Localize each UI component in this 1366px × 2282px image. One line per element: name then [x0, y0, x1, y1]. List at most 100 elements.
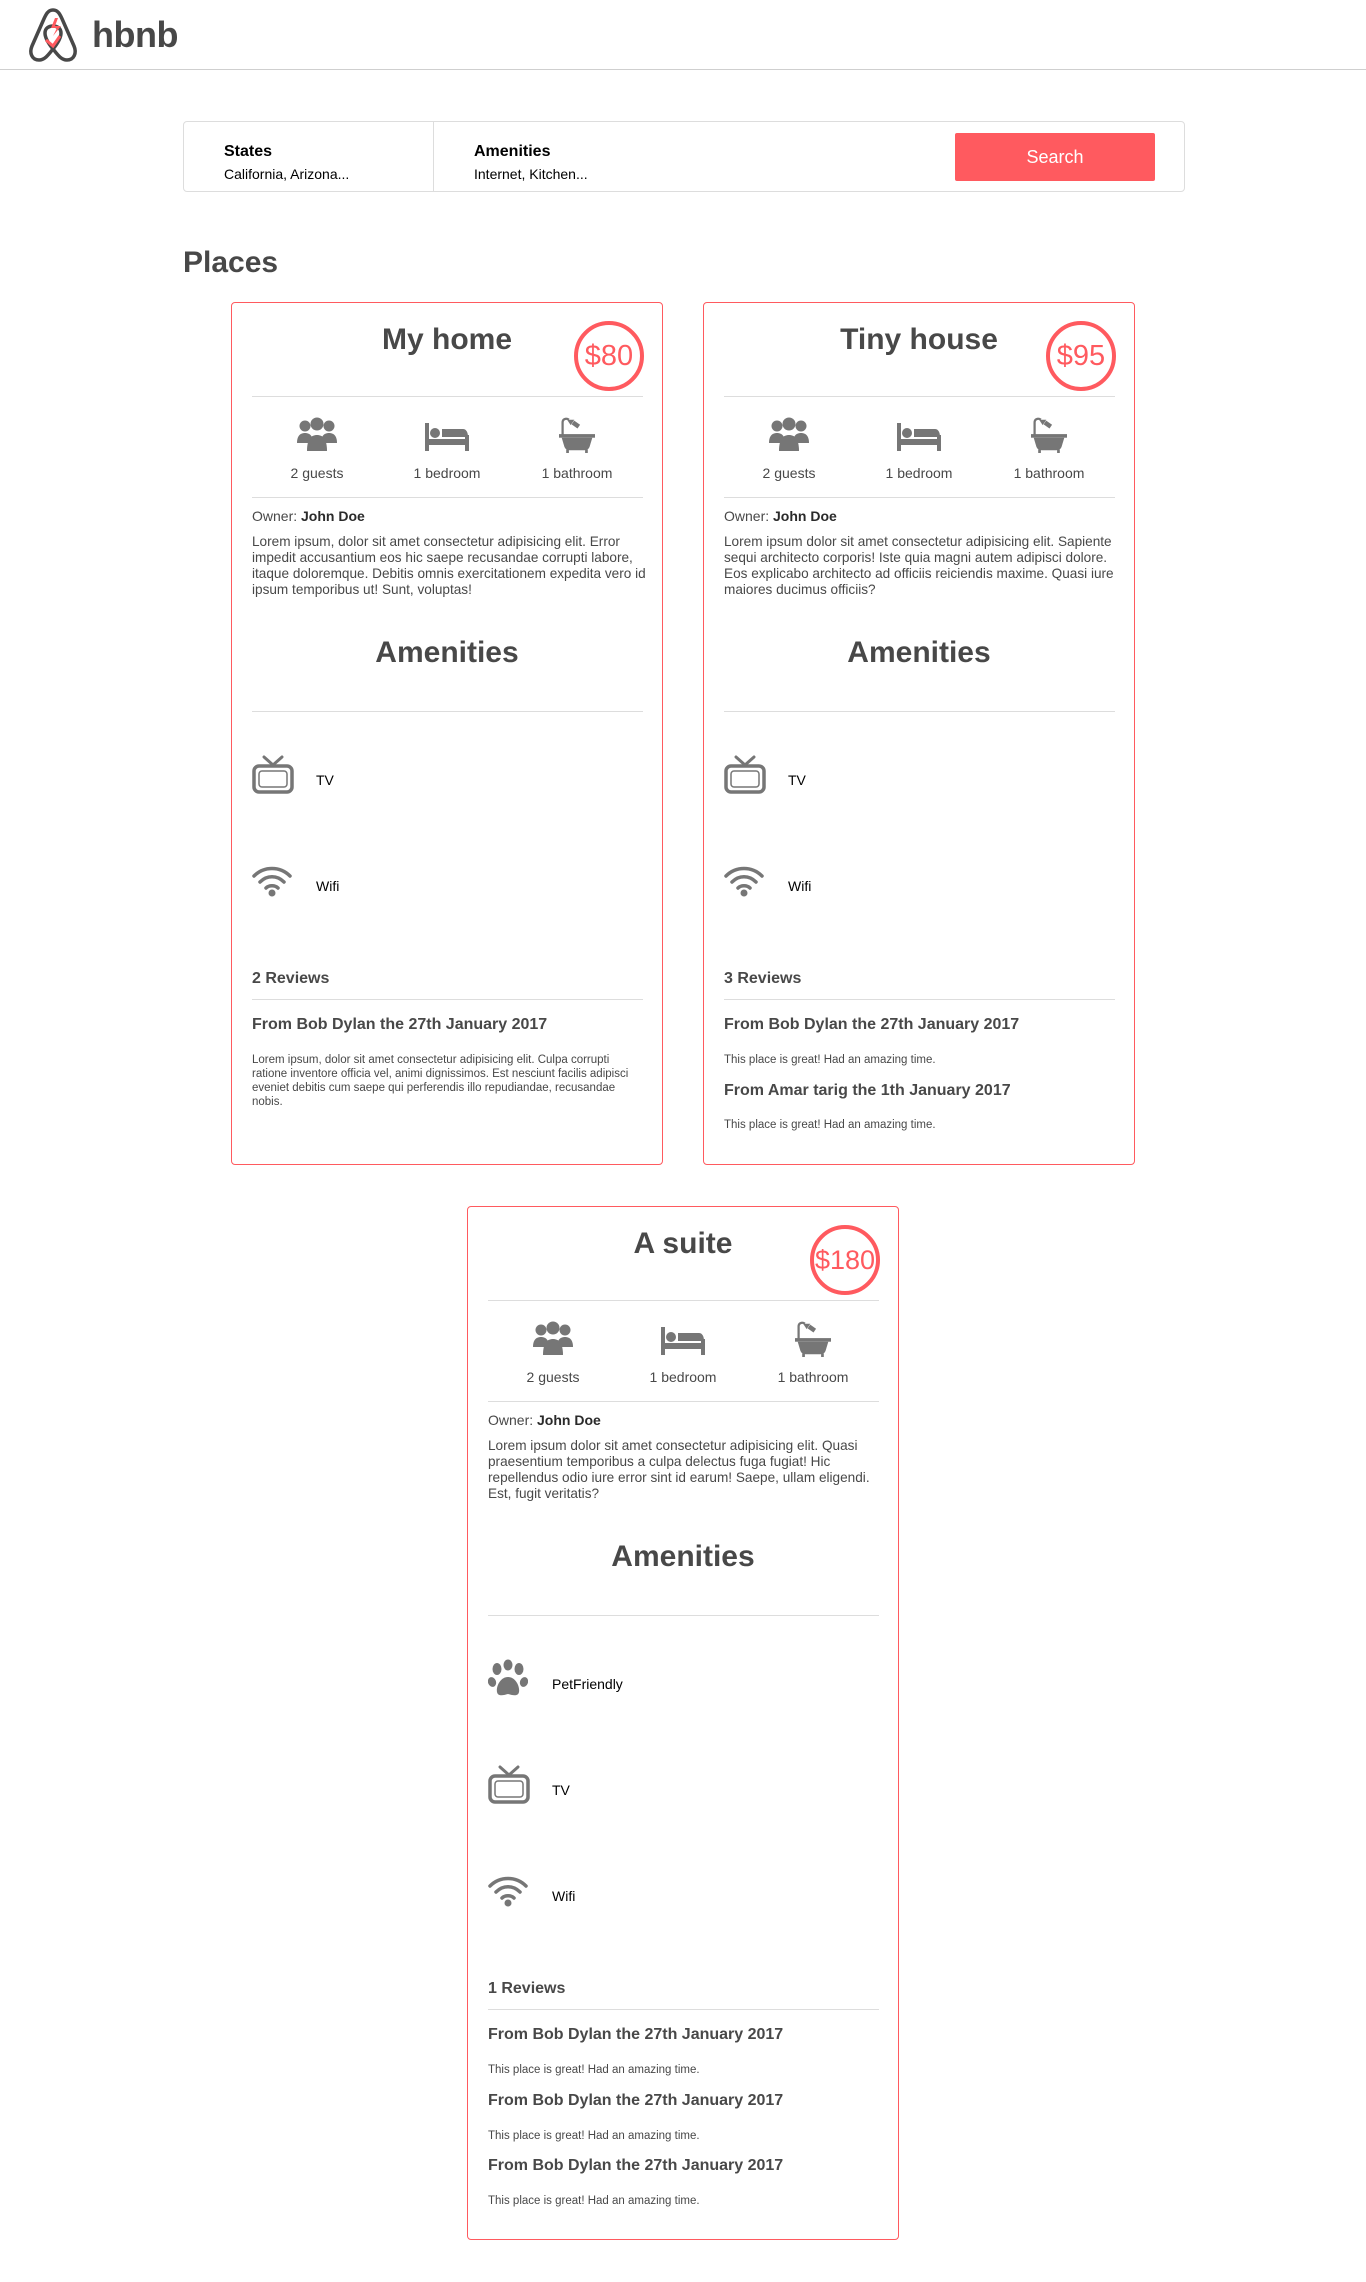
- amenity-label: TV: [316, 772, 334, 788]
- place-info: 2 guests 1 bedroom 1 bathroom: [488, 1309, 879, 1409]
- wifi-icon: [252, 865, 292, 897]
- owner: Owner: John Doe: [724, 508, 837, 524]
- review-heading: From Bob Dylan the 27th January 2017: [252, 1016, 548, 1033]
- bedrooms-info: 1 bedroom: [854, 405, 984, 481]
- bathtub-icon: [557, 417, 597, 453]
- owner-name: John Doe: [537, 1412, 601, 1428]
- tv-icon: [724, 755, 766, 795]
- amenity-label: Wifi: [316, 878, 340, 894]
- amenity-label: TV: [552, 1782, 570, 1798]
- place-card-my-home: My home $80 2 guests 1 bedroom 1 bathroo…: [231, 302, 663, 1165]
- amenity-label: Wifi: [552, 1888, 576, 1904]
- airbnb-logo-icon: [29, 8, 77, 62]
- bathrooms-info: 1 bathroom: [984, 405, 1114, 481]
- states-filter-value: California, Arizona...: [224, 166, 350, 182]
- review-heading: From Bob Dylan the 27th January 2017: [488, 2092, 784, 2109]
- guests-label: 2 guests: [762, 465, 816, 481]
- bed-icon: [897, 423, 941, 451]
- divider: [724, 999, 1115, 1000]
- group-icon: [297, 417, 337, 453]
- divider: [252, 396, 643, 397]
- amenities-title: Amenities: [375, 636, 519, 669]
- place-description: Lorem ipsum, dolor sit amet consectetur …: [252, 534, 646, 597]
- place-description: Lorem ipsum dolor sit amet consectetur a…: [724, 534, 1114, 597]
- divider: [724, 396, 1115, 397]
- amenities-title: Amenities: [611, 1540, 755, 1573]
- tv-icon: [252, 755, 294, 795]
- owner-name: John Doe: [301, 508, 365, 524]
- divider: [488, 1300, 879, 1301]
- amenity-label: TV: [788, 772, 806, 788]
- divider: [252, 711, 643, 712]
- amenity-label: Wifi: [788, 878, 812, 894]
- owner-label: Owner:: [724, 508, 770, 524]
- place-info: 2 guests 1 bedroom 1 bathroom: [252, 405, 643, 505]
- amenity-item-tv: TV: [488, 1765, 879, 1815]
- price-badge: $95: [1046, 321, 1116, 391]
- price-badge: $180: [810, 1225, 880, 1295]
- bathtub-icon: [1029, 417, 1069, 453]
- owner: Owner: John Doe: [488, 1412, 601, 1428]
- logo-text: hbnb: [92, 14, 178, 55]
- tv-icon: [488, 1765, 530, 1805]
- bed-icon: [661, 1327, 705, 1355]
- divider: [488, 1401, 879, 1402]
- group-icon: [769, 417, 809, 453]
- reviews-title: 3 Reviews: [724, 970, 802, 987]
- bathtub-icon: [793, 1321, 833, 1357]
- bedrooms-label: 1 bedroom: [649, 1369, 717, 1385]
- bedrooms-label: 1 bedroom: [885, 465, 953, 481]
- owner: Owner: John Doe: [252, 508, 365, 524]
- paw-icon: [488, 1659, 528, 1699]
- review-heading: From Bob Dylan the 27th January 2017: [488, 2157, 784, 2174]
- bathrooms-info: 1 bathroom: [512, 405, 642, 481]
- bathrooms-label: 1 bathroom: [1013, 465, 1085, 481]
- divider: [724, 711, 1115, 712]
- guests-info: 2 guests: [488, 1309, 618, 1385]
- review-heading: From Bob Dylan the 27th January 2017: [488, 2026, 784, 2043]
- review-text: This place is great! Had an amazing time…: [724, 1054, 936, 1066]
- wifi-icon: [724, 865, 764, 897]
- place-description: Lorem ipsum dolor sit amet consectetur a…: [488, 1438, 870, 1501]
- states-filter[interactable]: States California, Arizona...: [184, 122, 434, 191]
- review-text: This place is great! Had an amazing time…: [488, 2195, 700, 2207]
- logo[interactable]: hbnb: [26, 6, 178, 64]
- guests-info: 2 guests: [724, 405, 854, 481]
- amenities-filter-value: Internet, Kitchen...: [474, 166, 588, 182]
- amenities-title: Amenities: [847, 636, 991, 669]
- review-heading: From Bob Dylan the 27th January 2017: [724, 1016, 1020, 1033]
- owner-label: Owner:: [488, 1412, 534, 1428]
- divider: [724, 497, 1115, 498]
- review-text: This place is great! Had an amazing time…: [488, 2064, 700, 2076]
- states-filter-title: States: [224, 143, 273, 160]
- bedrooms-info: 1 bedroom: [618, 1309, 748, 1385]
- owner-name: John Doe: [773, 508, 837, 524]
- divider: [252, 497, 643, 498]
- places-title: Places: [183, 246, 279, 279]
- bedrooms-info: 1 bedroom: [382, 405, 512, 481]
- amenity-item-tv: TV: [724, 755, 1115, 805]
- group-icon: [533, 1321, 573, 1357]
- search-button[interactable]: Search: [955, 133, 1155, 181]
- amenities-filter[interactable]: Amenities Internet, Kitchen...: [434, 122, 684, 191]
- place-card-a-suite: A suite $180 2 guests 1 bedroom 1 bathro…: [467, 1206, 899, 2240]
- reviews-title: 1 Reviews: [488, 1980, 566, 1997]
- amenity-label: PetFriendly: [552, 1676, 623, 1692]
- filters-bar: States California, Arizona... Amenities …: [183, 121, 1185, 192]
- reviews-title: 2 Reviews: [252, 970, 330, 987]
- divider: [488, 2009, 879, 2010]
- amenities-filter-title: Amenities: [474, 143, 551, 160]
- guests-info: 2 guests: [252, 405, 382, 481]
- bathrooms-label: 1 bathroom: [777, 1369, 849, 1385]
- amenity-item-wifi: Wifi: [724, 861, 1115, 911]
- guests-label: 2 guests: [290, 465, 344, 481]
- review-text: Lorem ipsum, dolor sit amet consectetur …: [252, 1054, 629, 1108]
- bathrooms-label: 1 bathroom: [541, 465, 613, 481]
- site-header: hbnb: [0, 0, 1366, 70]
- review-text: This place is great! Had an amazing time…: [724, 1119, 936, 1131]
- guests-label: 2 guests: [526, 1369, 580, 1385]
- amenity-item-pet-friendly: PetFriendly: [488, 1659, 879, 1709]
- wifi-icon: [488, 1875, 528, 1907]
- bed-icon: [425, 423, 469, 451]
- amenity-item-tv: TV: [252, 755, 643, 805]
